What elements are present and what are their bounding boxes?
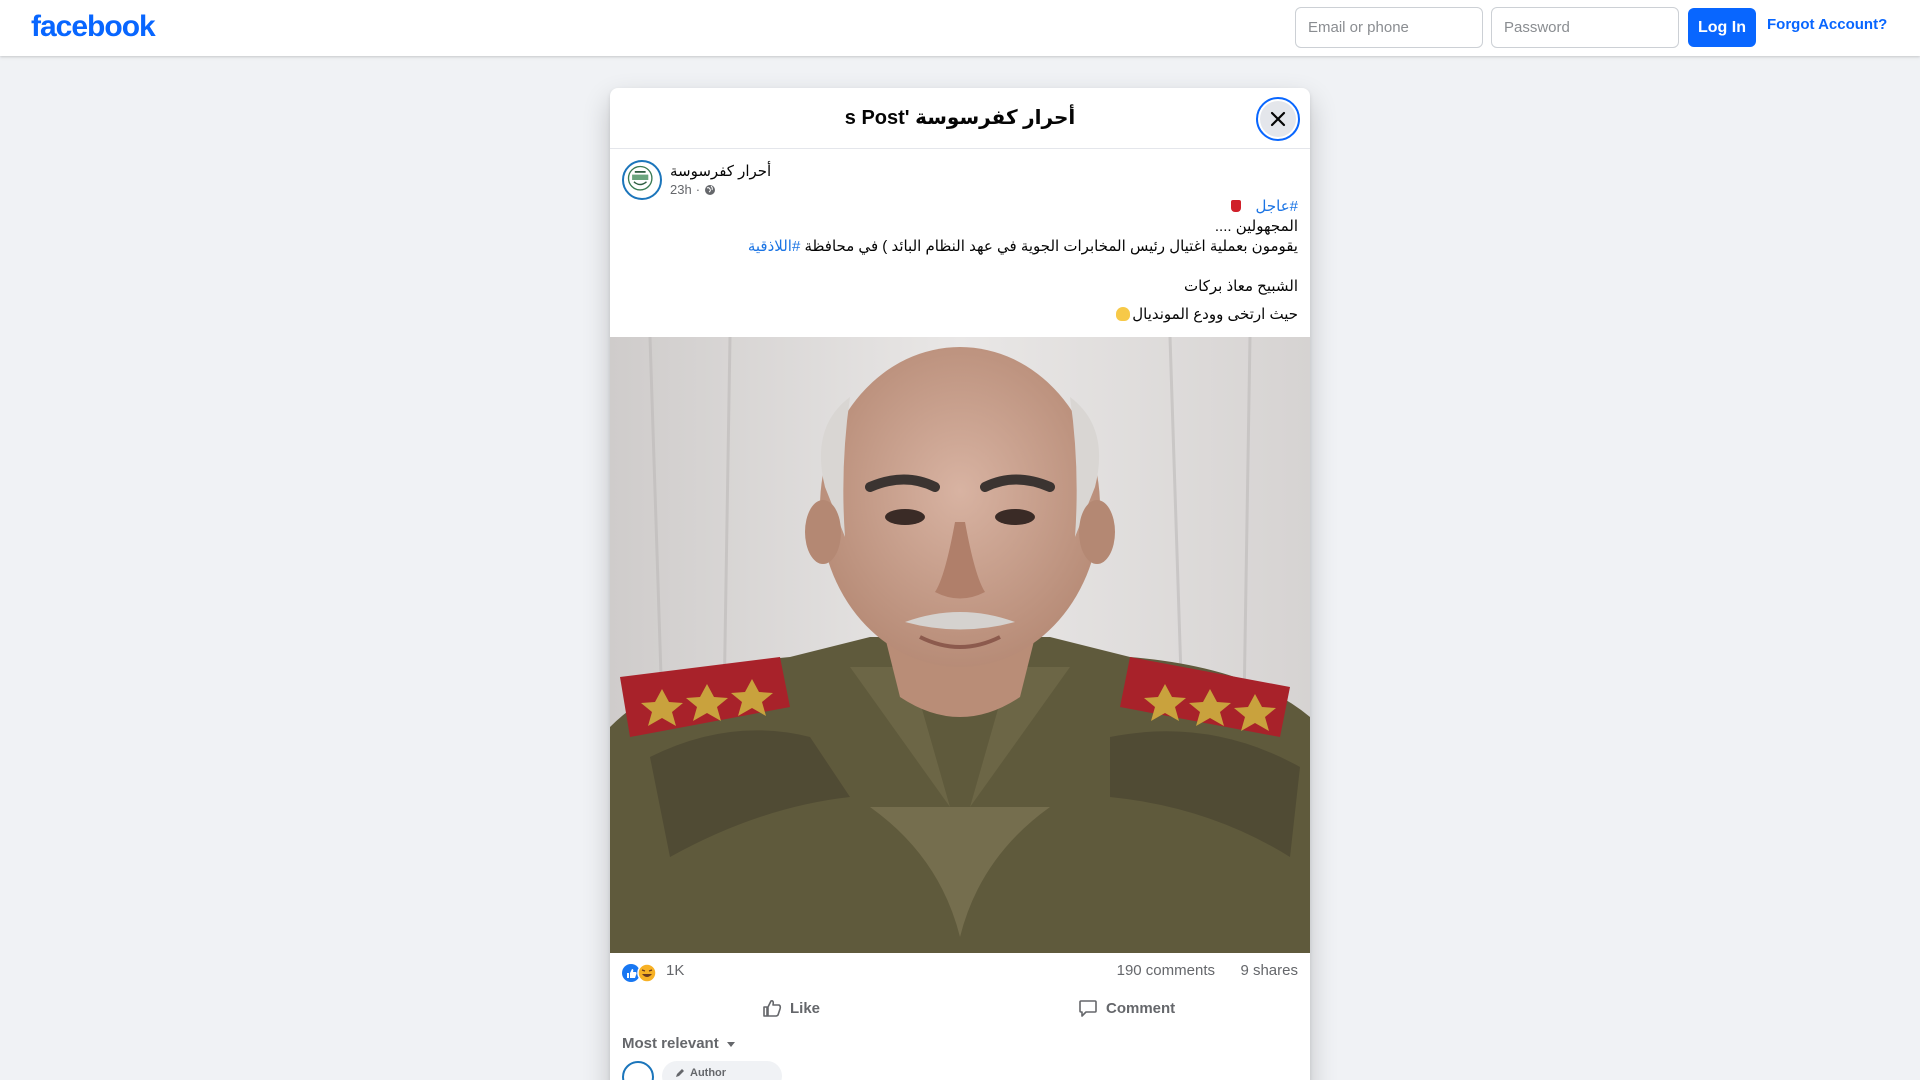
haha-reaction-icon [637,963,657,983]
waving-hand-icon [1116,307,1131,321]
author-badge: Author [662,1061,782,1080]
top-navigation-bar: facebook Log In Forgot Account? [0,0,1920,56]
close-icon [1270,111,1286,127]
post-time[interactable]: 23h [670,182,692,197]
comment-button[interactable]: Comment [1078,988,1175,1028]
dialog-header: أحرار كفرسوسة 's Post [610,88,1310,149]
post-meta: 23h · [670,182,716,197]
login-button[interactable]: Log In [1688,8,1756,47]
reaction-count[interactable]: 1K [666,962,684,979]
caret-down-icon [726,1041,735,1047]
pencil-icon [676,1069,684,1077]
post-line-4-text: حيث ارتخى وودع الموندیال [1132,306,1298,323]
email-field[interactable] [1295,7,1483,48]
page-logo-icon [627,165,653,191]
meta-separator: · [695,182,701,197]
forgot-account-link[interactable]: Forgot Account? [1767,16,1887,33]
post-body-text: #عاجل المجهولين .... يقومون بعملية اغتيا… [638,197,1298,325]
post-line-3: الشبيح معاذ بركات [1184,278,1298,295]
hashtag-urgent-link[interactable]: #عاجل [1256,198,1299,215]
comments-count[interactable]: 190 comments [1117,962,1215,979]
reactions-row: 1K 190 comments 9 shares [622,961,1298,983]
like-button[interactable]: Like [762,988,820,1028]
commenter-avatar[interactable] [622,1061,654,1080]
like-label: Like [790,999,821,1017]
red-icon [1231,200,1242,212]
comment-icon [1079,1000,1097,1017]
sort-label: Most relevant [622,1035,719,1052]
post-dialog: أحرار كفرسوسة 's Post أحرار كفرسوسة 23h … [610,88,1310,1080]
shares-count[interactable]: 9 shares [1240,962,1298,979]
page-name[interactable]: أحرار كفرسوسة [670,162,771,180]
post-line-2: يقومون بعملية اغتيال رئيس المخابرات الجو… [638,237,1298,257]
author-badge-label: Author [690,1067,727,1079]
reaction-icons[interactable] [622,963,662,983]
comment-sort-dropdown[interactable]: Most relevant [622,1035,737,1052]
password-field[interactable] [1491,7,1679,48]
post-photo[interactable] [610,337,1310,953]
post-line-1: المجهولين .... [1214,218,1298,235]
dialog-title: أحرار كفرسوسة 's Post [844,107,1076,129]
facebook-logo[interactable]: facebook [31,10,156,44]
page-avatar[interactable] [622,160,662,200]
close-button[interactable] [1256,97,1300,141]
post-line-2-text: يقومون بعملية اغتيال رئيس المخابرات الجو… [800,238,1298,255]
thumbs-up-icon [763,1000,782,1017]
post-actions: Like Comment [610,988,1310,1028]
comment-preview: Author [622,1061,1298,1080]
post-line-4: حيث ارتخى وودع الموندیال [638,305,1298,325]
post-line-urgent: #عاجل [638,197,1298,217]
portrait-illustration [610,337,1310,953]
globe-icon [705,184,716,195]
comment-label: Comment [1106,999,1176,1017]
hashtag-latakia-link[interactable]: #اللاذقية [748,238,800,255]
